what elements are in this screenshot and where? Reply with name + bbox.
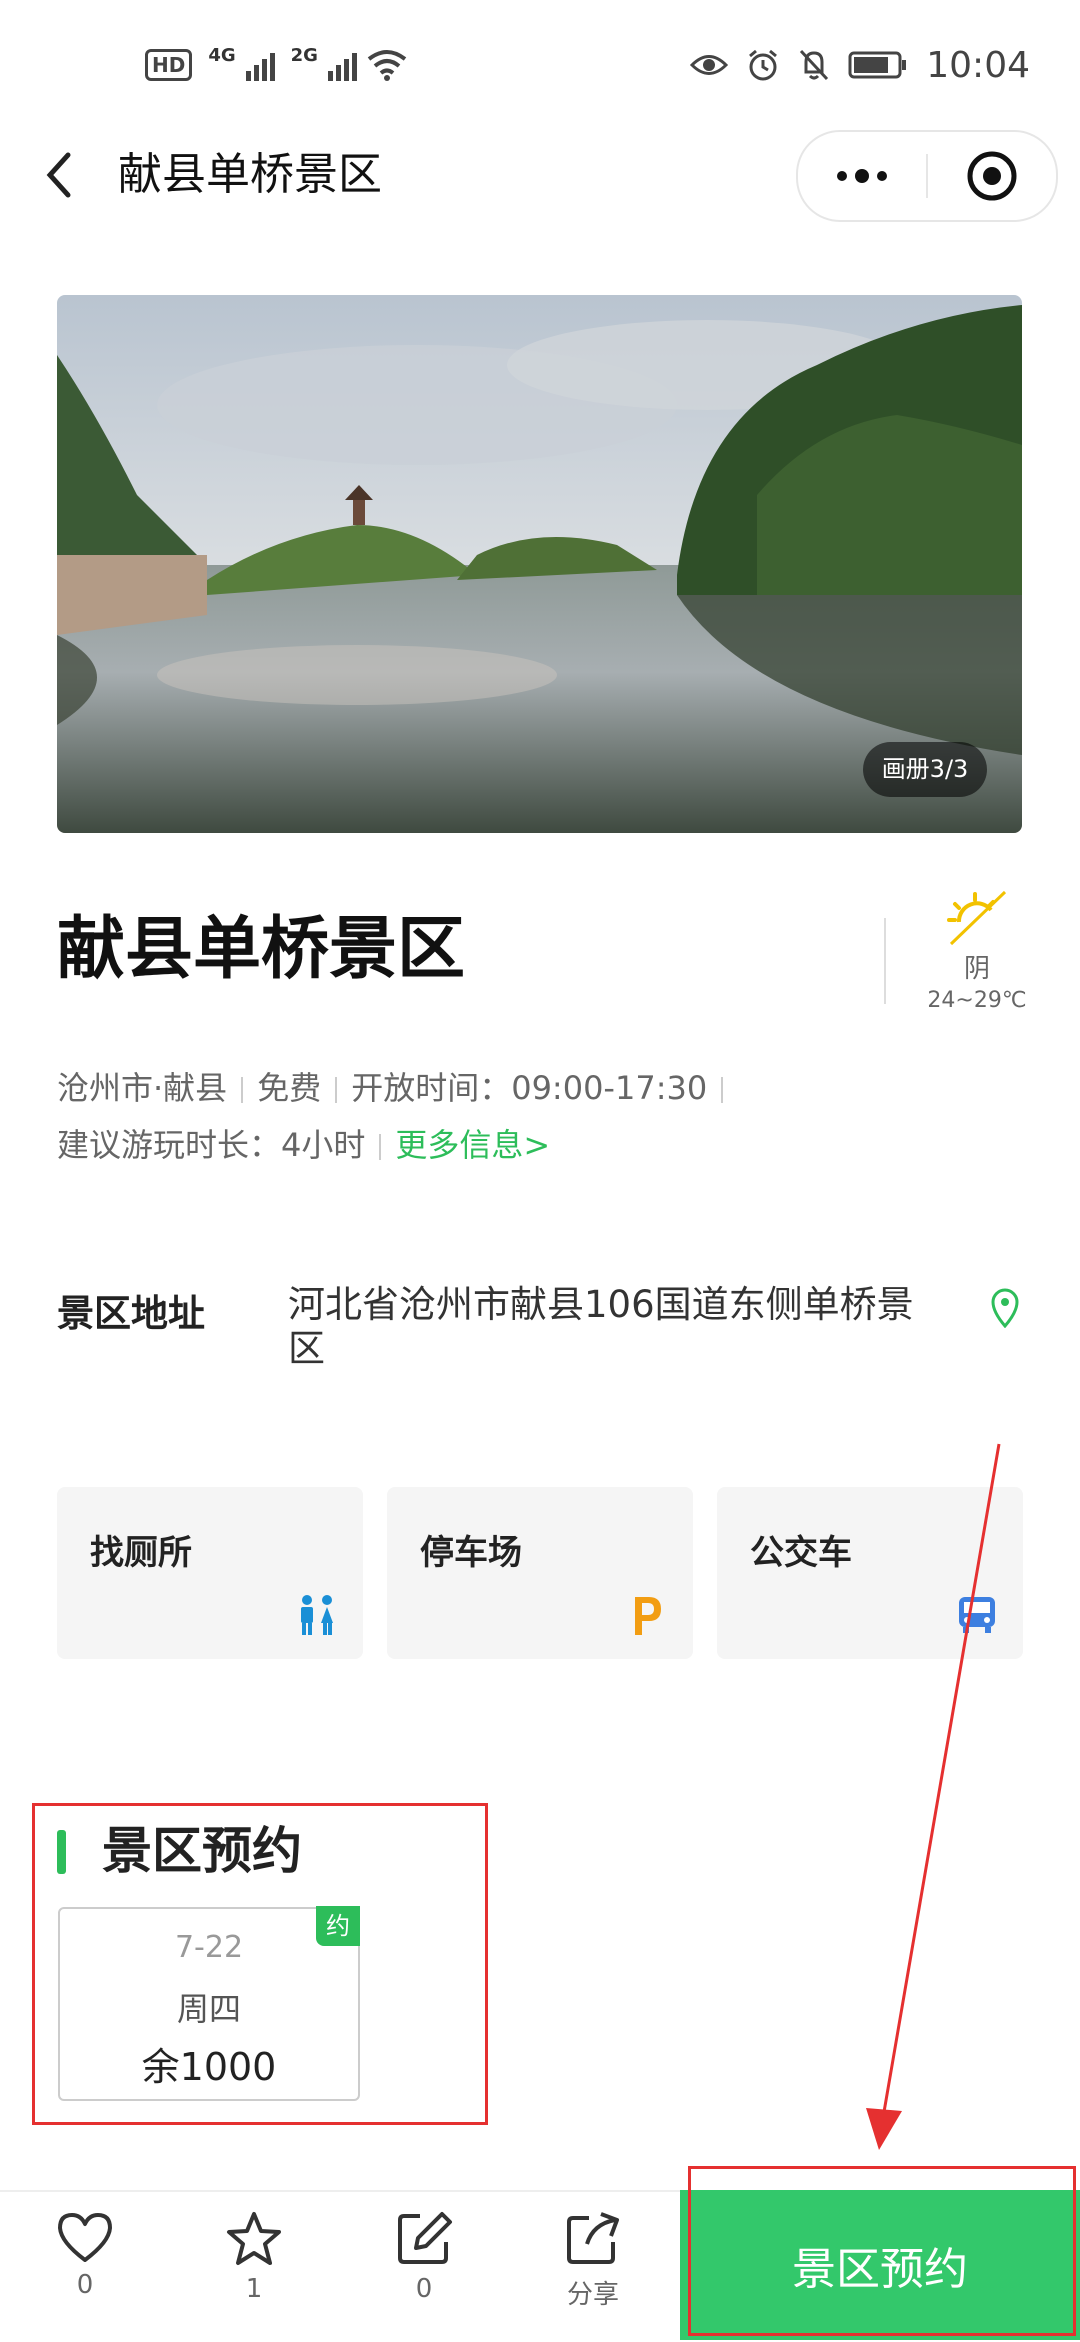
album-counter[interactable]: 画册3/3: [863, 742, 987, 797]
reservation-title: 景区预约: [102, 1822, 302, 1880]
reservation-date: 7-22: [174, 1930, 244, 1965]
comment-count: 0: [415, 2274, 433, 2304]
price-text: 免费: [257, 1069, 322, 1107]
location-pin-icon[interactable]: [990, 1288, 1020, 1328]
wifi-icon: [367, 50, 407, 81]
page-title: 献县单桥景区: [118, 149, 382, 200]
address-text[interactable]: 河北省沧州市献县106国道东侧单桥景区: [288, 1283, 928, 1371]
favorite-button[interactable]: 1: [204, 2210, 304, 2304]
weather-sun-cloud-icon: [947, 890, 1007, 946]
more-info-link[interactable]: 更多信息>: [395, 1126, 550, 1164]
separator: [241, 1077, 244, 1103]
signal-icon: [245, 49, 275, 81]
chevron-left-icon: [46, 152, 71, 198]
separator: [335, 1077, 338, 1103]
bus-label: 公交车: [750, 1533, 852, 1573]
separator: [721, 1077, 724, 1103]
parking-icon: [635, 1597, 661, 1635]
like-button[interactable]: 0: [35, 2210, 135, 2300]
share-label: 分享: [566, 2280, 619, 2310]
duration-text: 建议游玩时长：4小时: [57, 1126, 366, 1164]
alarm-icon: [749, 49, 778, 81]
comment-button[interactable]: 0: [374, 2210, 474, 2304]
signal-icon-2: [327, 49, 357, 81]
mute-bell-icon: [800, 49, 829, 81]
share-icon: [567, 2212, 619, 2264]
info-line-1: 沧州市·献县 免费 开放时间：09:00-17:30: [57, 1065, 737, 1111]
edit-icon: [398, 2212, 452, 2264]
hours-text: 开放时间：09:00-17:30: [351, 1069, 708, 1107]
status-right: 10:04: [690, 40, 1030, 90]
bus-card[interactable]: 公交车: [717, 1487, 1023, 1659]
restroom-label: 找厕所: [90, 1533, 192, 1573]
weather-condition: 阴: [963, 954, 990, 984]
share-button[interactable]: 分享: [543, 2210, 643, 2311]
close-button[interactable]: [928, 132, 1056, 220]
separator: [379, 1134, 382, 1160]
section-accent-bar: [57, 1830, 66, 1874]
battery-icon: [848, 51, 907, 79]
like-count: 0: [76, 2270, 94, 2300]
address-label: 景区地址: [57, 1292, 205, 1335]
bus-icon: [959, 1597, 995, 1633]
attraction-name: 献县单桥景区: [57, 910, 466, 989]
info-line-2: 建议游玩时长：4小时 更多信息>: [57, 1122, 550, 1168]
reservation-weekday: 周四: [176, 1990, 241, 2028]
back-button[interactable]: [40, 145, 80, 205]
network-2g-label: 2G: [290, 45, 318, 66]
parking-card[interactable]: 停车场: [387, 1487, 693, 1659]
eye-icon: [690, 55, 729, 75]
weather-divider: [884, 918, 886, 1004]
target-close-icon: [967, 151, 1017, 201]
favorite-count: 1: [245, 2274, 263, 2304]
more-dots-icon: [837, 169, 887, 183]
status-left: HD 4G 2G: [145, 45, 407, 85]
more-button[interactable]: [798, 132, 926, 220]
location-text: 沧州市·献县: [57, 1069, 228, 1107]
restroom-card[interactable]: 找厕所: [57, 1487, 363, 1659]
miniprogram-capsule: [796, 130, 1058, 222]
weather-temperature: 24~29℃: [927, 988, 1027, 1013]
heart-icon: [58, 2213, 112, 2262]
hd-badge: HD: [145, 49, 193, 81]
parking-label: 停车场: [420, 1533, 522, 1573]
star-icon: [227, 2212, 281, 2265]
book-button-highlight-box: [688, 2166, 1076, 2336]
reservation-remaining: 余1000: [141, 2045, 277, 2089]
network-4g-label: 4G: [208, 45, 236, 66]
restroom-icon: [301, 1595, 333, 1635]
clock: 10:04: [926, 44, 1030, 86]
